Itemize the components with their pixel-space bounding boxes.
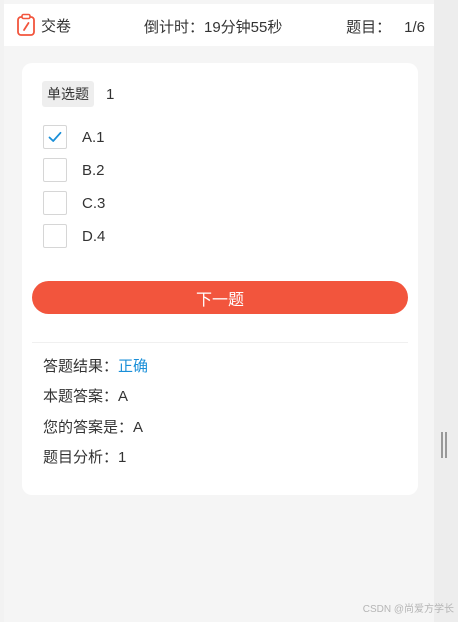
watermark: CSDN @尚爱方学长 [362, 604, 454, 615]
correct-answer-value: A [118, 388, 129, 405]
question-type-tag: 单选题 [42, 81, 94, 107]
question-card: 单选题 1 A.1 B.2 C.3 D.4 下一题 答题结果：正确 本题答案：A… [22, 63, 418, 495]
answer-result-value: 正确 [118, 358, 149, 375]
option-b-checkbox[interactable] [43, 158, 67, 182]
checkmark-icon [48, 131, 62, 142]
option-a-label: A.1 [82, 128, 105, 146]
option-d-checkbox[interactable] [43, 224, 67, 248]
question-counter-value: 1/6 [404, 19, 425, 36]
your-answer-row: 您的答案是：A [43, 416, 143, 437]
submit-exam-button[interactable]: 交卷 [16, 13, 71, 37]
your-answer-label: 您的答案是： [43, 419, 134, 436]
question-header: 单选题 1 [42, 81, 115, 107]
correct-answer-label: 本题答案： [43, 388, 119, 405]
next-question-button[interactable]: 下一题 [32, 281, 408, 314]
your-answer-value: A [133, 419, 144, 436]
question-text: 1 [106, 85, 115, 103]
analysis-label: 题目分析： [43, 449, 119, 466]
option-d[interactable]: D.4 [43, 224, 105, 248]
submit-exam-label: 交卷 [41, 17, 72, 35]
answer-result-label: 答题结果： [43, 358, 119, 375]
scrollbar-track[interactable] [434, 0, 458, 622]
analysis-row: 题目分析：1 [43, 446, 126, 467]
scrollbar-handle[interactable] [441, 432, 447, 458]
clipboard-icon [17, 13, 35, 36]
option-c-checkbox[interactable] [43, 191, 67, 215]
correct-answer-row: 本题答案：A [43, 385, 128, 406]
option-c[interactable]: C.3 [43, 191, 105, 215]
option-a-checkbox[interactable] [43, 125, 67, 149]
exam-header: 交卷 倒计时：19分钟55秒 题目： 1/6 [4, 4, 434, 46]
analysis-value: 1 [118, 449, 127, 466]
option-c-label: C.3 [82, 194, 106, 212]
answer-result-row: 答题结果：正确 [43, 355, 148, 376]
question-counter: 题目： 1/6 [346, 16, 425, 37]
option-a[interactable]: A.1 [43, 125, 105, 149]
option-b-label: B.2 [82, 161, 105, 179]
divider [32, 342, 408, 343]
option-b[interactable]: B.2 [43, 158, 105, 182]
option-d-label: D.4 [82, 227, 106, 245]
countdown-timer: 倒计时：19分钟55秒 [144, 19, 283, 36]
question-counter-label: 题目： [346, 19, 392, 36]
